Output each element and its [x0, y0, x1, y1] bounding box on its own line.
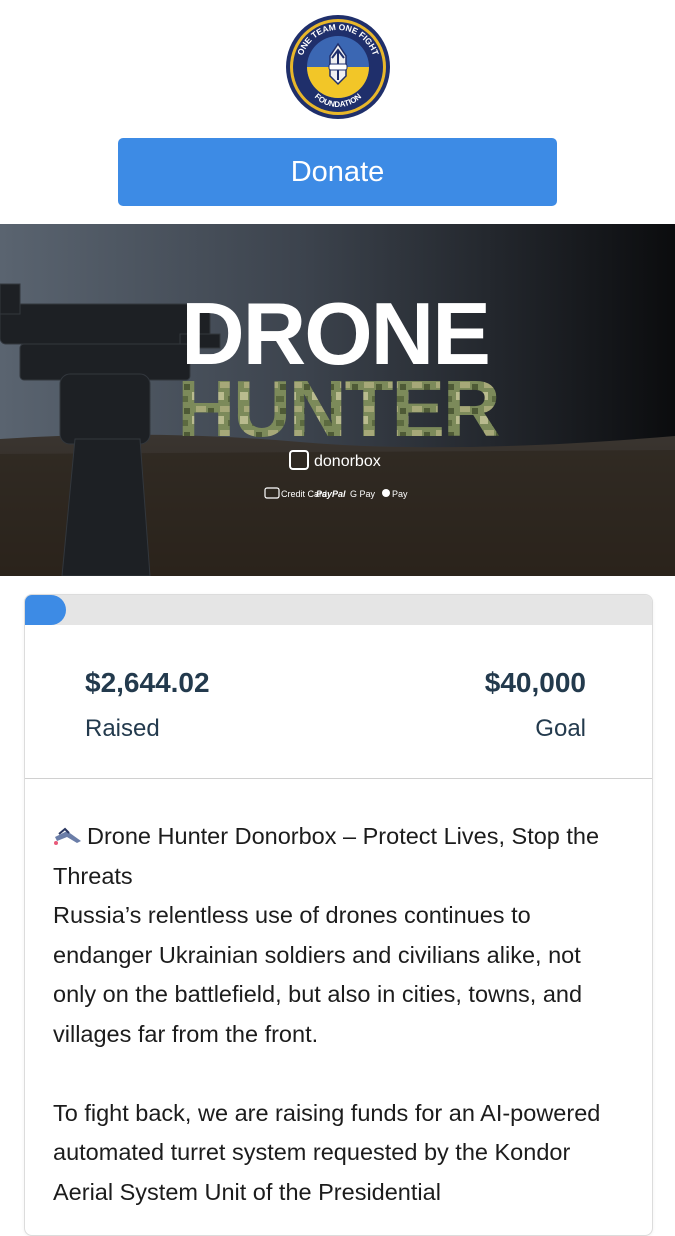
description-heading-text: Drone Hunter Donorbox – Protect Lives, S…	[53, 823, 600, 889]
goal-label: Goal	[535, 715, 586, 742]
divider	[25, 778, 652, 779]
payment-gpay: G Pay	[350, 489, 376, 499]
raised-label: Raised	[85, 715, 160, 742]
progress-track	[25, 595, 652, 625]
campaign-description: Drone Hunter Donorbox – Protect Lives, S…	[53, 817, 628, 1212]
description-heading: Drone Hunter Donorbox – Protect Lives, S…	[53, 817, 628, 896]
payment-paypal: PayPal	[316, 489, 346, 499]
banner-title-line2: HUNTER	[177, 364, 500, 453]
donate-button[interactable]: Donate	[118, 138, 557, 206]
drone-emoji-icon	[54, 827, 81, 845]
progress-fill	[25, 595, 67, 625]
raised-amount: $2,644.02	[85, 667, 210, 698]
campaign-banner: DRONE HUNTER donorbox Credit Card PayPal…	[0, 224, 675, 576]
apple-icon	[382, 489, 390, 497]
campaign-card: $2,644.02 Raised $40,000 Goal Drone Hunt…	[24, 594, 653, 1236]
foundation-seal-icon: ONE TEAM ONE FIGHT FOUNDATION	[286, 15, 390, 119]
payment-applepay: Pay	[392, 489, 408, 499]
foundation-logo: ONE TEAM ONE FIGHT FOUNDATION	[285, 14, 391, 120]
description-para1: Russia’s relentless use of drones contin…	[53, 902, 583, 1047]
description-para2: To fight back, we are raising funds for …	[53, 1099, 601, 1205]
donorbox-brand: donorbox	[314, 453, 381, 470]
goal-amount: $40,000	[484, 667, 586, 698]
